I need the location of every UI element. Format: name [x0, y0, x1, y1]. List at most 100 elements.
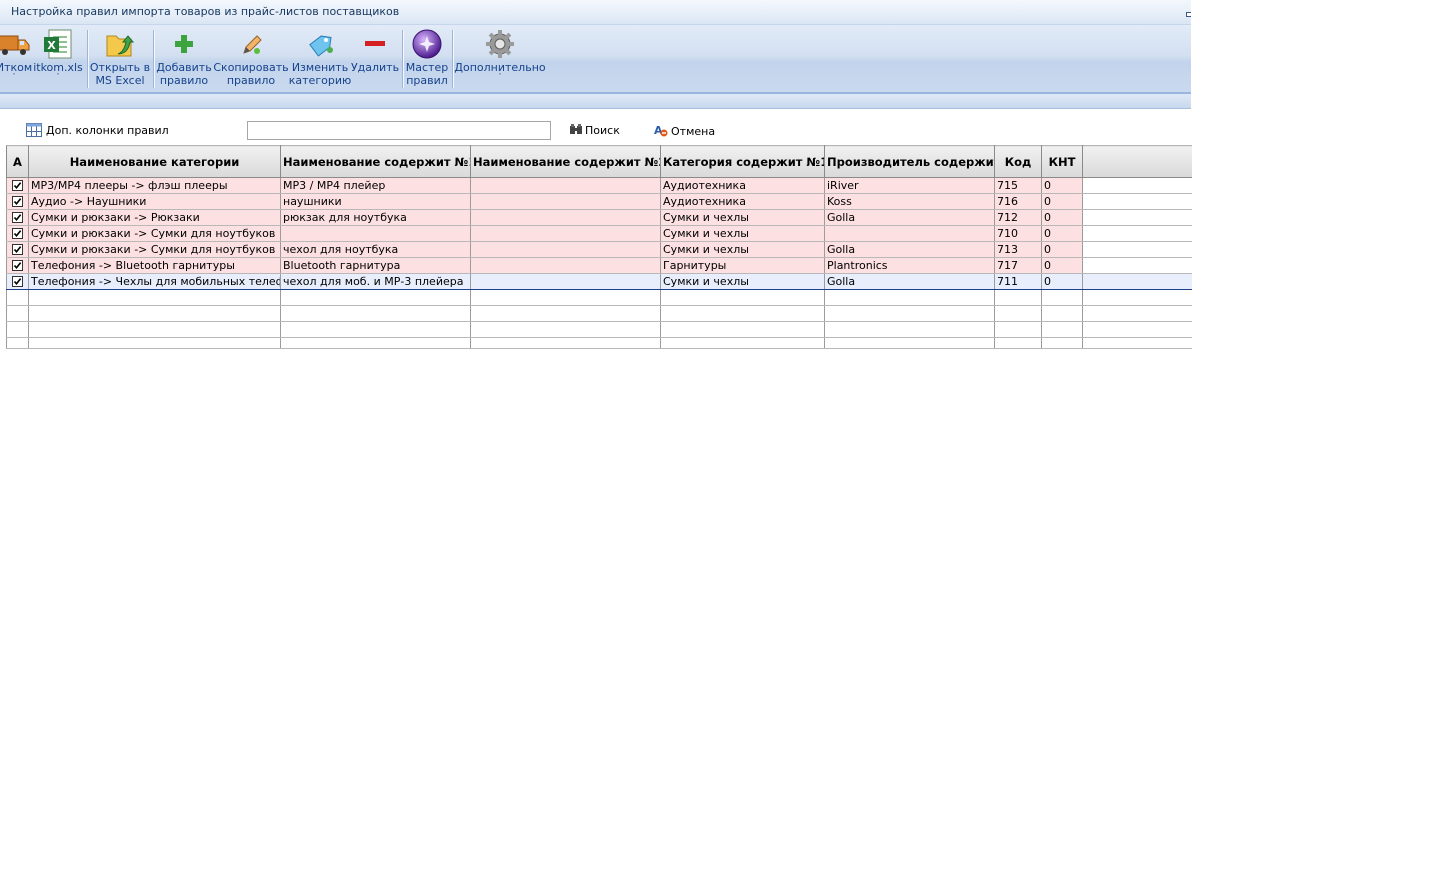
itkom-xls-button[interactable]: X itkom.xls ˇ: [33, 25, 83, 92]
cell-cat1[interactable]: Сумки и чехлы: [660, 225, 825, 242]
open-in-excel-button[interactable]: Открыть в MS Excel: [90, 25, 150, 92]
cell-name1[interactable]: чехол для моб. и МР-3 плейера: [280, 273, 471, 290]
cell-active[interactable]: [6, 177, 29, 194]
minimize-button[interactable]: [1186, 12, 1191, 17]
cell-cat1[interactable]: Гарнитуры: [660, 257, 825, 274]
cell-category[interactable]: Телефония -> Чехлы для мобильных телефон…: [28, 273, 281, 290]
cell-name1[interactable]: чехол для ноутбука: [280, 241, 471, 258]
cell-category[interactable]: Телефония -> Bluetooth гарнитуры: [28, 257, 281, 274]
cell-active[interactable]: [6, 193, 29, 210]
empty-row[interactable]: [6, 305, 1192, 322]
active-checkbox[interactable]: [12, 244, 23, 255]
cell-active[interactable]: [6, 273, 29, 290]
cell-category[interactable]: Аудио -> Наушники: [28, 193, 281, 210]
cell-name2[interactable]: [470, 209, 661, 226]
cell-knt[interactable]: 0: [1041, 241, 1083, 258]
table-row[interactable]: Сумки и рюкзаки -> Сумки для ноутбуков Су…: [6, 225, 1192, 242]
add-rule-button[interactable]: Добавить правило: [155, 25, 213, 92]
rules-wizard-button[interactable]: Мастер правил: [404, 25, 450, 92]
cell-knt[interactable]: 0: [1041, 273, 1083, 290]
cell-knt[interactable]: 0: [1041, 257, 1083, 274]
cell-code[interactable]: 716: [994, 193, 1042, 210]
cell-active[interactable]: [6, 257, 29, 274]
cell-maker[interactable]: Golla: [824, 241, 995, 258]
cell-code[interactable]: 717: [994, 257, 1042, 274]
cell-name1[interactable]: MP3 / MP4 плейер: [280, 177, 471, 194]
active-checkbox[interactable]: [12, 212, 23, 223]
cell-category[interactable]: Сумки и рюкзаки -> Сумки для ноутбуков: [28, 241, 281, 258]
title-bar: Настройка правил импорта товаров из прай…: [0, 0, 1191, 25]
cell-name1[interactable]: Bluetooth гарнитура: [280, 257, 471, 274]
table-row[interactable]: Сумки и рюкзаки -> Рюкзаки рюкзак для ноу…: [6, 209, 1192, 226]
col-header-name1[interactable]: Наименование содержит №1: [280, 145, 471, 178]
cell-maker[interactable]: Koss: [824, 193, 995, 210]
change-category-button[interactable]: Изменить категорию: [289, 25, 351, 92]
cell-knt[interactable]: 0: [1041, 209, 1083, 226]
empty-row[interactable]: [6, 321, 1192, 338]
rules-wizard-label: Мастер правил: [405, 61, 449, 87]
cell-name2[interactable]: [470, 225, 661, 242]
col-header-active[interactable]: А: [6, 145, 29, 178]
col-header-cat1[interactable]: Категория содержит №1: [660, 145, 825, 178]
itkom-button[interactable]: Итком ˇ: [0, 25, 36, 92]
cell-category[interactable]: Сумки и рюкзаки -> Сумки для ноутбуков: [28, 225, 281, 242]
cell-knt[interactable]: 0: [1041, 177, 1083, 194]
col-header-knt[interactable]: КНТ: [1041, 145, 1083, 178]
cell-name2[interactable]: [470, 177, 661, 194]
more-button[interactable]: Дополнительно ˇ: [454, 25, 546, 92]
cell-cat1[interactable]: Сумки и чехлы: [660, 209, 825, 226]
cell-name1[interactable]: рюкзак для ноутбука: [280, 209, 471, 226]
copy-rule-button[interactable]: Скопировать правило: [213, 25, 289, 92]
col-header-maker[interactable]: Производитель содержит: [824, 145, 995, 178]
add-rule-label: Добавить правило: [156, 61, 212, 87]
active-checkbox[interactable]: [12, 276, 23, 287]
table-row[interactable]: Сумки и рюкзаки -> Сумки для ноутбуков че…: [6, 241, 1192, 258]
empty-row[interactable]: [6, 289, 1192, 306]
cell-active[interactable]: [6, 209, 29, 226]
col-header-name2[interactable]: Наименование содержит №2: [470, 145, 661, 178]
cell-name2[interactable]: [470, 193, 661, 210]
search-button[interactable]: Поиск: [569, 123, 620, 138]
cell-code[interactable]: 712: [994, 209, 1042, 226]
active-checkbox[interactable]: [12, 196, 23, 207]
cell-cat1[interactable]: Аудиотехника: [660, 193, 825, 210]
cell-maker[interactable]: Plantronics: [824, 257, 995, 274]
active-checkbox[interactable]: [12, 260, 23, 271]
cell-cat1[interactable]: Аудиотехника: [660, 177, 825, 194]
cell-code[interactable]: 710: [994, 225, 1042, 242]
cell-knt[interactable]: 0: [1041, 225, 1083, 242]
col-header-code[interactable]: Код: [994, 145, 1042, 178]
cell-name2[interactable]: [470, 241, 661, 258]
cell-name2[interactable]: [470, 257, 661, 274]
cell-code[interactable]: 715: [994, 177, 1042, 194]
cell-maker[interactable]: [824, 225, 995, 242]
col-header-category[interactable]: Наименование категории: [28, 145, 281, 178]
empty-row[interactable]: [6, 337, 1192, 349]
cell-maker[interactable]: Golla: [824, 209, 995, 226]
active-checkbox[interactable]: [12, 228, 23, 239]
table-row[interactable]: Телефония -> Bluetooth гарнитуры Bluetoot…: [6, 257, 1192, 274]
cell-name1[interactable]: [280, 225, 471, 242]
cell-code[interactable]: 711: [994, 273, 1042, 290]
cell-category[interactable]: Сумки и рюкзаки -> Рюкзаки: [28, 209, 281, 226]
cell-active[interactable]: [6, 225, 29, 242]
cell-maker[interactable]: iRiver: [824, 177, 995, 194]
cell-name2[interactable]: [470, 273, 661, 290]
table-row[interactable]: Телефония -> Чехлы для мобильных телефон…: [6, 273, 1192, 290]
table-row[interactable]: MP3/MP4 плееры -> флэш плееры MP3 / MP4 п…: [6, 177, 1192, 194]
cancel-button[interactable]: A Отмена: [653, 123, 715, 140]
cell-code[interactable]: 713: [994, 241, 1042, 258]
active-checkbox[interactable]: [12, 180, 23, 191]
copy-rule-label: Скопировать правило: [213, 61, 289, 87]
cell-cat1[interactable]: Сумки и чехлы: [660, 241, 825, 258]
cell-maker[interactable]: Golla: [824, 273, 995, 290]
delete-button[interactable]: Удалить: [351, 25, 399, 92]
table-row[interactable]: Аудио -> Наушники наушники Аудиотехника Kos…: [6, 193, 1192, 210]
extra-columns-button[interactable]: Доп. колонки правил: [26, 123, 169, 137]
cell-cat1[interactable]: Сумки и чехлы: [660, 273, 825, 290]
cell-active[interactable]: [6, 241, 29, 258]
cell-category[interactable]: MP3/MP4 плееры -> флэш плееры: [28, 177, 281, 194]
cell-knt[interactable]: 0: [1041, 193, 1083, 210]
search-input[interactable]: [247, 121, 551, 140]
cell-name1[interactable]: наушники: [280, 193, 471, 210]
